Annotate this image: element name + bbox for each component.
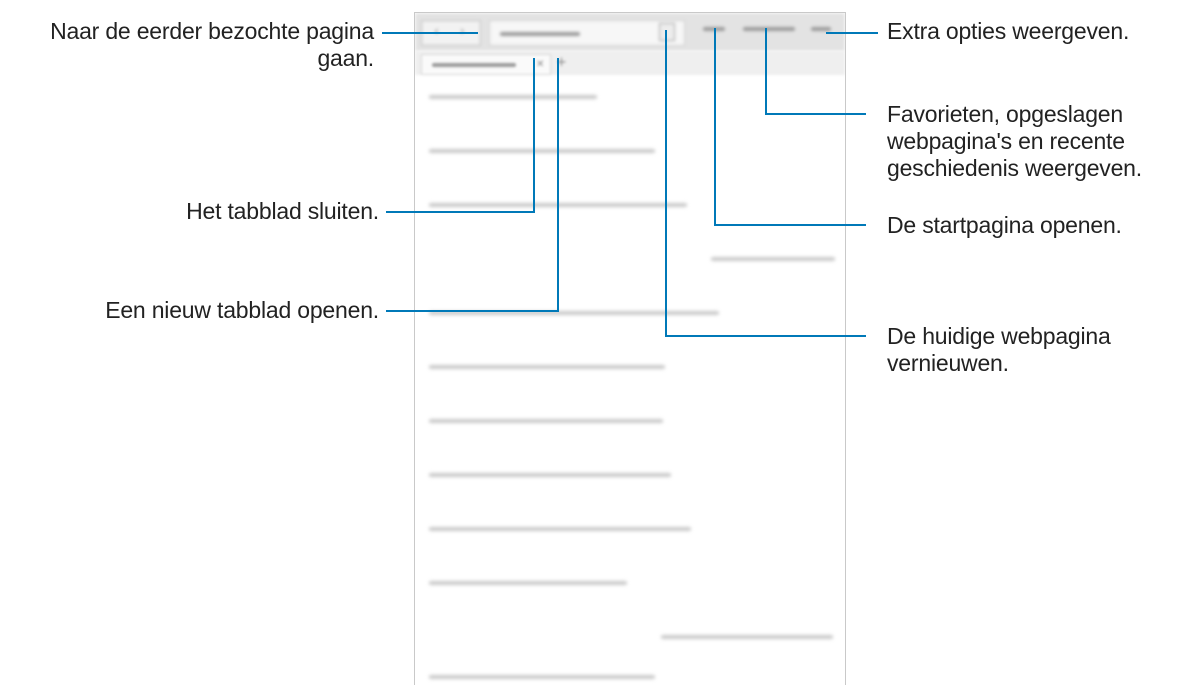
content-line <box>429 675 655 679</box>
content-line <box>429 419 663 423</box>
url-text-blurred <box>500 32 580 36</box>
content-line <box>429 203 687 207</box>
bookmarks-button[interactable] <box>743 27 795 31</box>
content-line <box>429 581 627 585</box>
page-content-blurred <box>415 75 845 685</box>
tab-bar: ✕ + <box>415 51 845 75</box>
home-button[interactable] <box>703 27 725 31</box>
callout-refresh-line1: De huidige webpagina <box>887 323 1111 349</box>
callout-bookmarks-line1: Favorieten, opgeslagen <box>887 101 1123 127</box>
refresh-icon[interactable] <box>659 23 675 41</box>
more-options-button[interactable] <box>811 27 831 31</box>
content-line <box>429 311 719 315</box>
callout-refresh: De huidige webpagina vernieuwen. <box>887 323 1111 377</box>
tab-current[interactable]: ✕ <box>421 54 551 75</box>
chevron-right-icon[interactable]: › <box>460 24 465 38</box>
callout-extra-options: Extra opties weergeven. <box>887 18 1130 44</box>
content-line <box>661 635 833 639</box>
content-line <box>711 257 835 261</box>
content-line <box>429 527 691 531</box>
callout-back-forward-line2: gaan. <box>317 45 374 71</box>
url-field[interactable] <box>489 20 685 46</box>
close-icon[interactable]: ✕ <box>536 59 544 70</box>
content-line <box>429 95 597 99</box>
callout-refresh-line2: vernieuwen. <box>887 350 1009 376</box>
navigation-buttons: ‹ › <box>421 20 481 46</box>
callout-bookmarks: Favorieten, opgeslagen webpagina's en re… <box>887 101 1142 182</box>
plus-icon[interactable]: + <box>556 55 567 70</box>
content-line <box>429 149 655 153</box>
callout-back-forward-line1: Naar de eerder bezochte pagina <box>50 18 374 44</box>
tab-title-blurred <box>432 63 516 67</box>
callout-home: De startpagina openen. <box>887 212 1122 238</box>
browser-screen: ‹ › ✕ + <box>414 12 846 685</box>
content-line <box>429 473 671 477</box>
chevron-left-icon[interactable]: ‹ <box>434 24 439 38</box>
callout-close-tab: Het tabblad sluiten. <box>186 198 379 224</box>
content-line <box>429 365 665 369</box>
callout-back-forward: Naar de eerder bezochte pagina gaan. <box>50 18 374 72</box>
callout-bookmarks-line2: webpagina's en recente <box>887 128 1125 154</box>
browser-toolbar: ‹ › <box>415 13 845 51</box>
callout-bookmarks-line3: geschiedenis weergeven. <box>887 155 1142 181</box>
callout-new-tab: Een nieuw tabblad openen. <box>105 297 379 323</box>
